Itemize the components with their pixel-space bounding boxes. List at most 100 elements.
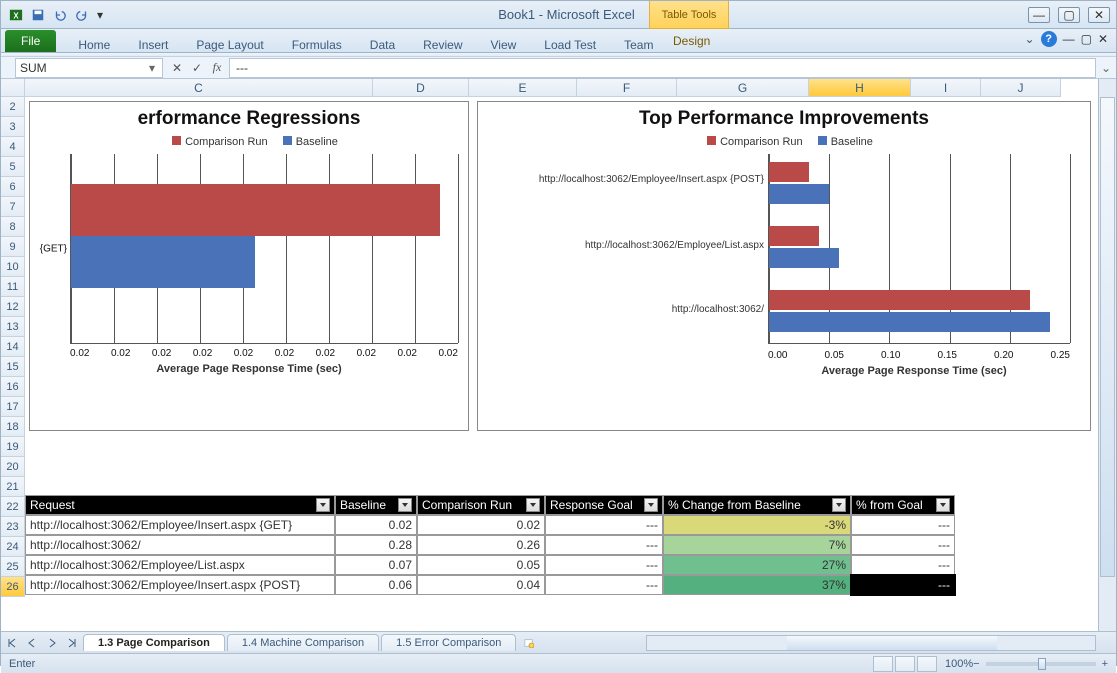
table-cell[interactable]: 0.02 [335, 515, 417, 535]
row-header[interactable]: 16 [1, 377, 25, 397]
file-tab[interactable]: File [5, 30, 56, 52]
close-button[interactable]: ✕ [1088, 7, 1110, 23]
table-cell[interactable]: --- [851, 515, 955, 535]
chart-regressions[interactable]: erformance Regressions Comparison Run Ba… [29, 101, 469, 431]
table-cell[interactable]: --- [545, 575, 663, 595]
page-layout-view-button[interactable] [895, 656, 915, 672]
row-header[interactable]: 10 [1, 257, 25, 277]
row-header[interactable]: 6 [1, 177, 25, 197]
row-header[interactable]: 7 [1, 197, 25, 217]
redo-icon[interactable] [73, 6, 91, 24]
filter-dropdown-icon[interactable] [832, 498, 846, 512]
filter-dropdown-icon[interactable] [526, 498, 540, 512]
row-header[interactable]: 22 [1, 497, 25, 517]
zoom-in-button[interactable]: + [1102, 658, 1108, 670]
cancel-edit-icon[interactable]: ✕ [167, 58, 187, 78]
table-header[interactable]: Request [25, 495, 335, 515]
filter-dropdown-icon[interactable] [644, 498, 658, 512]
table-header[interactable]: Baseline [335, 495, 417, 515]
sheet-tab[interactable]: 1.4 Machine Comparison [227, 634, 379, 651]
row-header[interactable]: 24 [1, 537, 25, 557]
row-header[interactable]: 3 [1, 117, 25, 137]
tab-review[interactable]: Review [409, 34, 476, 56]
column-header[interactable]: J [981, 79, 1061, 97]
row-header[interactable]: 11 [1, 277, 25, 297]
table-cell[interactable]: 7% [663, 535, 851, 555]
accept-edit-icon[interactable]: ✓ [187, 58, 207, 78]
vertical-scrollbar[interactable] [1098, 79, 1116, 631]
filter-dropdown-icon[interactable] [398, 498, 412, 512]
row-header[interactable]: 13 [1, 317, 25, 337]
row-header[interactable]: 4 [1, 137, 25, 157]
table-cell[interactable]: --- [851, 555, 955, 575]
table-cell[interactable]: -3% [663, 515, 851, 535]
qat-customize-icon[interactable]: ▾ [95, 6, 105, 24]
row-header[interactable]: 25 [1, 557, 25, 577]
tab-insert[interactable]: Insert [124, 34, 182, 56]
workbook-close-icon[interactable]: ✕ [1098, 32, 1108, 46]
row-header[interactable]: 5 [1, 157, 25, 177]
zoom-level[interactable]: 100% [945, 658, 973, 670]
table-cell[interactable]: --- [545, 555, 663, 575]
row-header[interactable]: 26 [1, 577, 25, 597]
tab-formulas[interactable]: Formulas [278, 34, 356, 56]
tab-view[interactable]: View [477, 34, 531, 56]
new-sheet-icon[interactable] [520, 634, 538, 652]
row-header[interactable]: 15 [1, 357, 25, 377]
column-header[interactable]: I [911, 79, 981, 97]
column-header[interactable]: H [809, 79, 911, 97]
zoom-out-button[interactable]: − [973, 658, 979, 670]
column-header[interactable]: F [577, 79, 677, 97]
row-header[interactable]: 12 [1, 297, 25, 317]
tab-page-layout[interactable]: Page Layout [182, 34, 277, 56]
sheet-tab-active[interactable]: 1.3 Page Comparison [83, 634, 225, 651]
table-cell[interactable]: 0.05 [417, 555, 545, 575]
zoom-slider[interactable] [986, 662, 1096, 666]
filter-dropdown-icon[interactable] [316, 498, 330, 512]
table-header[interactable]: % from Goal [851, 495, 955, 515]
zoom-thumb[interactable] [1038, 658, 1046, 670]
sheet-nav-first-icon[interactable] [3, 634, 21, 652]
row-header[interactable]: 2 [1, 97, 25, 117]
fx-icon[interactable]: fx [207, 58, 227, 78]
tab-design[interactable]: Design [659, 30, 724, 52]
column-header[interactable]: C [25, 79, 373, 97]
row-header[interactable]: 21 [1, 477, 25, 497]
minimize-button[interactable]: — [1028, 7, 1050, 23]
page-break-view-button[interactable] [917, 656, 937, 672]
row-header[interactable]: 17 [1, 397, 25, 417]
sheet-nav-next-icon[interactable] [43, 634, 61, 652]
normal-view-button[interactable] [873, 656, 893, 672]
table-cell[interactable]: http://localhost:3062/ [25, 535, 335, 555]
table-cell[interactable]: 0.02 [417, 515, 545, 535]
maximize-button[interactable]: ▢ [1058, 7, 1080, 23]
table-cell[interactable]: 37% [663, 575, 851, 595]
sheet-nav-last-icon[interactable] [63, 634, 81, 652]
name-box-dropdown-icon[interactable]: ▾ [146, 61, 158, 75]
table-cell[interactable]: --- [851, 535, 955, 555]
workbook-minimize-icon[interactable]: — [1063, 32, 1075, 46]
table-cell[interactable]: 0.04 [417, 575, 545, 595]
formula-input[interactable]: --- [229, 58, 1096, 78]
tab-load-test[interactable]: Load Test [530, 34, 610, 56]
table-cell[interactable]: 0.26 [417, 535, 545, 555]
table-header[interactable]: % Change from Baseline [663, 495, 851, 515]
table-cell[interactable]: 0.07 [335, 555, 417, 575]
column-header[interactable]: G [677, 79, 809, 97]
filter-dropdown-icon[interactable] [936, 498, 950, 512]
scroll-thumb[interactable] [787, 636, 997, 650]
sheet-tab[interactable]: 1.5 Error Comparison [381, 634, 516, 651]
name-box[interactable]: SUM ▾ [15, 58, 163, 78]
tab-data[interactable]: Data [356, 34, 409, 56]
row-header[interactable]: 14 [1, 337, 25, 357]
column-header[interactable]: D [373, 79, 469, 97]
workbook-restore-icon[interactable]: ▢ [1081, 32, 1092, 46]
table-cell[interactable]: http://localhost:3062/Employee/Insert.as… [25, 575, 335, 595]
expand-formula-bar-icon[interactable]: ⌄ [1096, 61, 1116, 75]
table-header[interactable]: Comparison Run [417, 495, 545, 515]
worksheet-grid[interactable]: CDEFGHIJ 2345678910111213141516171819202… [1, 79, 1116, 631]
row-header[interactable]: 9 [1, 237, 25, 257]
undo-icon[interactable] [51, 6, 69, 24]
row-header[interactable]: 19 [1, 437, 25, 457]
table-cell[interactable]: --- [545, 535, 663, 555]
